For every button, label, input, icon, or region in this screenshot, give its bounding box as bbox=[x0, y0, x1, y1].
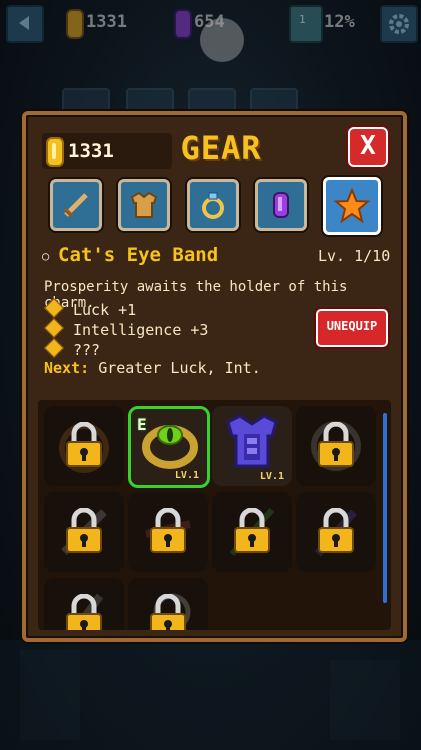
item-level: Lv. 1/10 bbox=[318, 247, 391, 265]
gear-category-tabs bbox=[50, 177, 390, 235]
gold-coin-icon bbox=[46, 137, 64, 167]
stat-line: Luck +1 bbox=[44, 298, 137, 319]
center-orb-button[interactable] bbox=[200, 18, 244, 62]
armor-item-icon bbox=[226, 414, 278, 468]
lock-icon bbox=[66, 508, 102, 553]
dialog-header: 1331 GEAR X bbox=[26, 115, 403, 185]
close-button[interactable]: X bbox=[348, 127, 388, 167]
next-label: Next: bbox=[44, 359, 90, 377]
item-level-label: LV.1 bbox=[174, 470, 199, 481]
top-hud: 1331 654 1 12% bbox=[0, 0, 421, 62]
inventory-scrollbar[interactable] bbox=[383, 413, 387, 603]
tab-weapon[interactable] bbox=[50, 179, 102, 231]
gear-icon bbox=[389, 14, 409, 34]
inventory-slot-owned[interactable]: LV.1 bbox=[212, 406, 292, 486]
stat-line: Intelligence +3 bbox=[44, 318, 209, 339]
next-upgrade: Next: Greater Luck, Int. bbox=[44, 359, 261, 377]
inventory-slot-equipped[interactable]: E LV.1 bbox=[128, 406, 210, 488]
diamond-bullet-icon bbox=[44, 318, 64, 338]
close-icon: X bbox=[360, 131, 376, 161]
unequip-button[interactable]: UNEQUIP bbox=[316, 309, 388, 347]
tab-ring[interactable] bbox=[187, 179, 239, 231]
back-arrow-icon bbox=[19, 16, 29, 30]
inventory-slot-locked[interactable] bbox=[128, 578, 208, 630]
gem-icon bbox=[273, 192, 289, 218]
star-icon bbox=[333, 187, 371, 224]
stat-line: ??? bbox=[44, 338, 101, 359]
settings-button[interactable] bbox=[380, 5, 418, 43]
hud-progress-percent: 12% bbox=[324, 12, 355, 32]
item-name: Cat's Eye Band bbox=[58, 244, 219, 266]
lock-icon bbox=[318, 508, 354, 553]
diamond-bullet-icon bbox=[44, 338, 64, 358]
ring-small-icon: ○ bbox=[42, 249, 50, 263]
stat-text: Intelligence +3 bbox=[73, 321, 209, 339]
gold-coin-icon bbox=[66, 9, 84, 39]
stat-text: ??? bbox=[73, 341, 101, 359]
stat-text: Luck +1 bbox=[73, 301, 137, 319]
inventory-slot-locked[interactable] bbox=[296, 406, 376, 486]
level-badge-value: 1 bbox=[299, 13, 306, 26]
inventory-grid: E LV.1 LV.1 bbox=[38, 400, 391, 630]
lock-icon bbox=[66, 422, 102, 467]
cats-eye-ring-icon bbox=[142, 425, 198, 469]
back-button[interactable] bbox=[6, 5, 44, 43]
gear-dialog: 1331 GEAR X ○ Cat's Eye Band Lv. 1/10 Pr… bbox=[22, 111, 407, 642]
inventory-slot-locked[interactable] bbox=[212, 492, 292, 572]
lock-icon bbox=[318, 422, 354, 467]
lock-icon bbox=[66, 594, 102, 630]
diamond-bullet-icon bbox=[44, 298, 64, 318]
inventory-slot-locked[interactable] bbox=[44, 578, 124, 630]
gold-amount: 1331 bbox=[68, 140, 114, 162]
inventory-slot-locked[interactable] bbox=[296, 492, 376, 572]
tab-armor[interactable] bbox=[118, 179, 170, 231]
item-level-label: LV.1 bbox=[259, 471, 284, 482]
item-details: ○ Cat's Eye Band Lv. 1/10 Prosperity awa… bbox=[38, 241, 391, 381]
gem-icon bbox=[174, 9, 192, 39]
lock-icon bbox=[150, 508, 186, 553]
tab-charm[interactable] bbox=[323, 177, 381, 235]
armor-icon bbox=[130, 191, 158, 218]
lock-icon bbox=[150, 594, 186, 630]
tab-gem[interactable] bbox=[255, 179, 307, 231]
unequip-label: UNEQUIP bbox=[326, 319, 378, 333]
ring-icon bbox=[202, 192, 224, 219]
inventory-slot-locked[interactable] bbox=[128, 492, 208, 572]
level-badge-icon: 1 bbox=[289, 5, 323, 43]
inventory-slot-locked[interactable] bbox=[44, 406, 124, 486]
hud-gold-count: 1331 bbox=[86, 12, 127, 32]
dialog-title: GEAR bbox=[180, 129, 262, 167]
next-value: Greater Luck, Int. bbox=[98, 359, 261, 377]
sword-icon bbox=[63, 193, 88, 218]
inventory-slot-locked[interactable] bbox=[44, 492, 124, 572]
gold-display: 1331 bbox=[42, 133, 172, 169]
lock-icon bbox=[234, 508, 270, 553]
